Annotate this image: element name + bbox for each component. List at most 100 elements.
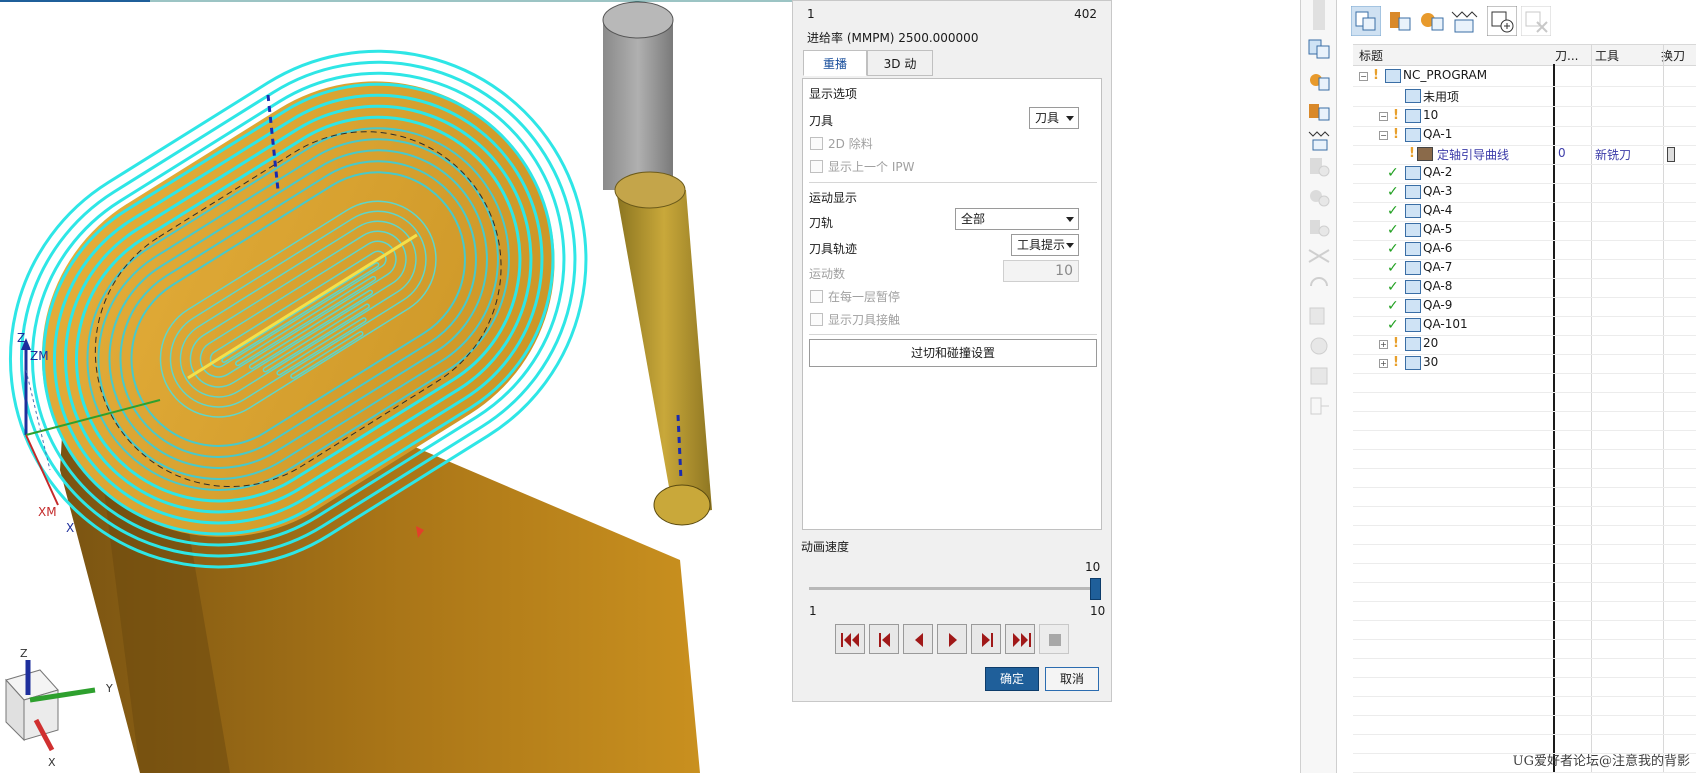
chk-prev-ipw-box[interactable] — [810, 160, 823, 173]
animation-speed-label: 动画速度 — [801, 540, 850, 554]
row-label: 30 — [1423, 355, 1439, 369]
machine-tool-view-icon[interactable] — [1417, 6, 1447, 36]
tool-trace-dropdown[interactable]: 工具提示 — [1011, 234, 1079, 256]
chk-pause-layer-box[interactable] — [810, 290, 823, 303]
expand-icon[interactable]: + — [1379, 359, 1388, 368]
toolpath-dropdown[interactable]: 全部 — [955, 208, 1079, 230]
navigator-row[interactable]: ✓ QA-4 — [1353, 201, 1696, 222]
collapse-icon[interactable]: − — [1379, 131, 1388, 140]
cancel-button[interactable]: 取消 — [1045, 667, 1099, 691]
method-view-icon[interactable] — [1307, 128, 1331, 152]
row-label: QA-6 — [1423, 241, 1453, 255]
row-label: QA-7 — [1423, 260, 1453, 274]
empty-row — [1353, 429, 1696, 450]
empty-row — [1353, 638, 1696, 659]
resource-bar-handle[interactable] — [1313, 0, 1325, 30]
gouge-collision-settings-button[interactable]: 过切和碰撞设置 — [809, 339, 1097, 367]
navigator-row[interactable]: ✓ QA-3 — [1353, 182, 1696, 203]
warning-icon: ! — [1393, 336, 1399, 351]
complete-check-icon: ✓ — [1387, 184, 1399, 200]
expand-icon[interactable]: + — [1379, 340, 1388, 349]
program-order-view-icon[interactable] — [1307, 36, 1331, 60]
folder-icon — [1405, 204, 1421, 218]
ok-button[interactable]: 确定 — [985, 667, 1039, 691]
play-button[interactable] — [937, 624, 967, 654]
header-tool[interactable]: 工具 — [1595, 47, 1619, 64]
postprocess-icon[interactable] — [1307, 394, 1331, 418]
navigator-header: 标题 刀... 工具 换刀 — [1353, 44, 1696, 66]
skip-to-start-icon — [841, 633, 859, 647]
play-reverse-button[interactable] — [903, 624, 933, 654]
navigator-row[interactable]: +! 30 — [1353, 353, 1696, 374]
row-label: 10 — [1423, 108, 1439, 122]
replay-icon[interactable] — [1307, 304, 1331, 328]
stop-icon — [1049, 634, 1061, 646]
navigator-row[interactable]: −! NC_PROGRAM — [1353, 66, 1696, 87]
navigator-row[interactable]: −! 10 — [1353, 106, 1696, 127]
graphics-viewport[interactable]: Z ZM XM X Z Y X — [0, 0, 800, 773]
motion-display-heading: 运动显示 — [809, 191, 858, 205]
regenerate-icon[interactable] — [1307, 274, 1331, 298]
navigator-row[interactable]: ✓ QA-5 — [1353, 220, 1696, 241]
chk-pause-layer-label: 在每一层暂停 — [828, 290, 901, 304]
navigator-row[interactable]: 未用项 — [1353, 86, 1696, 107]
motion-count-field[interactable]: 10 — [1003, 260, 1079, 282]
simulate-icon[interactable] — [1307, 364, 1331, 388]
navigator-row[interactable]: +! 20 — [1353, 334, 1696, 355]
row-label: QA-1 — [1423, 127, 1453, 141]
header-path[interactable]: 刀... — [1555, 47, 1578, 64]
empty-row — [1353, 467, 1696, 488]
row-label: QA-2 — [1423, 165, 1453, 179]
navigator-row[interactable]: ✓ QA-2 — [1353, 163, 1696, 184]
header-name[interactable]: 标题 — [1359, 47, 1383, 64]
step-back-button[interactable] — [869, 624, 899, 654]
navigator-row[interactable]: ✓ QA-101 — [1353, 315, 1696, 336]
speed-slider-thumb[interactable] — [1090, 578, 1101, 600]
play-reverse-icon — [915, 633, 923, 647]
tab-3d-dynamic[interactable]: 3D 动态 — [867, 50, 933, 97]
complete-check-icon: ✓ — [1387, 241, 1399, 257]
go-to-start-button[interactable] — [835, 624, 865, 654]
verify-icon[interactable] — [1307, 334, 1331, 358]
navigator-row[interactable]: ✓ QA-7 — [1353, 258, 1696, 279]
navigator-row[interactable]: ✓ QA-8 — [1353, 277, 1696, 298]
folder-icon — [1405, 299, 1421, 313]
tool-trace-label: 刀具轨迹 — [809, 242, 858, 256]
create-geometry-icon[interactable] — [1307, 214, 1331, 238]
machine-tool-view-icon[interactable] — [1307, 68, 1331, 92]
tab-replay[interactable]: 重播 — [803, 50, 867, 76]
tool-label: 刀具 — [809, 114, 834, 128]
collapse-icon[interactable]: − — [1359, 72, 1368, 81]
create-program-icon[interactable] — [1307, 154, 1331, 178]
delete-icon[interactable] — [1521, 6, 1551, 36]
navigator-row[interactable]: −! QA-1 — [1353, 125, 1696, 146]
go-to-end-button[interactable] — [1005, 624, 1035, 654]
speed-slider-track[interactable] — [809, 587, 1095, 590]
complete-check-icon: ✓ — [1387, 165, 1399, 181]
chk-2d-remove-box[interactable] — [810, 137, 823, 150]
chk-prev-ipw-label: 显示上一个 IPW — [828, 160, 915, 174]
create-program-icon[interactable] — [1487, 6, 1517, 36]
navigator-row[interactable]: ✓ QA-6 — [1353, 239, 1696, 260]
create-method-icon[interactable] — [1307, 244, 1331, 268]
create-tool-icon[interactable] — [1307, 184, 1331, 208]
program-order-view-icon[interactable] — [1351, 6, 1381, 36]
method-view-icon[interactable] — [1449, 6, 1479, 36]
row-label: QA-101 — [1423, 317, 1468, 331]
tool-dropdown[interactable]: 刀具 — [1029, 107, 1079, 129]
navigator-row[interactable]: ! 定轴引导曲线 0 新铣刀 — [1353, 144, 1696, 165]
stop-button[interactable] — [1039, 624, 1069, 654]
header-tool-change[interactable]: 换刀 — [1661, 47, 1685, 64]
row-label: QA-5 — [1423, 222, 1453, 236]
step-value: 1 — [807, 7, 815, 21]
row-label: QA-8 — [1423, 279, 1453, 293]
complete-check-icon: ✓ — [1387, 222, 1399, 238]
geometry-view-icon[interactable] — [1307, 98, 1331, 122]
navigator-row[interactable]: ✓ QA-9 — [1353, 296, 1696, 317]
toolpath-label: 刀轨 — [809, 216, 834, 230]
geometry-view-icon[interactable] — [1385, 6, 1415, 36]
step-forward-button[interactable] — [971, 624, 1001, 654]
folder-icon — [1405, 89, 1421, 103]
chk-show-contact-box[interactable] — [810, 313, 823, 326]
collapse-icon[interactable]: − — [1379, 112, 1388, 121]
